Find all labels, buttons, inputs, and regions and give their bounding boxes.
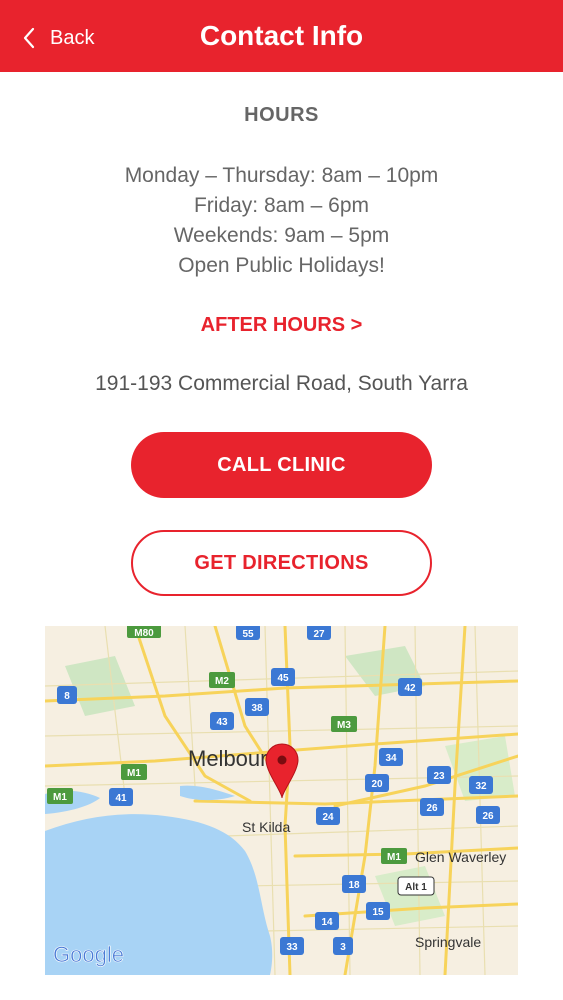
route-shield-icon: 33 [280, 937, 304, 955]
hours-heading: HOURS [244, 104, 319, 126]
hours-line-weekends: Weekends: 9am – 5pm [173, 224, 390, 247]
svg-text:20: 20 [371, 779, 383, 790]
route-shield-icon: 55 [236, 626, 260, 640]
motorway-shield-icon: M1 [47, 788, 73, 804]
svg-text:15: 15 [372, 907, 384, 918]
svg-text:M1: M1 [387, 852, 401, 863]
route-shield-icon: 8 [57, 686, 77, 704]
svg-text:24: 24 [322, 812, 334, 823]
google-logo: Google [53, 942, 124, 967]
route-shield-icon: 20 [365, 774, 389, 792]
route-shield-icon: 32 [469, 776, 493, 794]
call-clinic-button[interactable]: CALL CLINIC [131, 432, 432, 498]
hours-line-holidays: Open Public Holidays! [178, 254, 385, 277]
route-shield-icon: 38 [245, 698, 269, 716]
svg-text:8: 8 [64, 691, 70, 702]
map-label-glen-waverley: Glen Waverley [415, 849, 506, 865]
motorway-shield-icon: M2 [209, 672, 235, 688]
svg-text:34: 34 [385, 753, 397, 764]
hours-line-friday: Friday: 8am – 6pm [193, 194, 370, 217]
route-shield-icon: 42 [398, 678, 422, 696]
route-shield-icon: 43 [210, 712, 234, 730]
map-label-springvale: Springvale [415, 934, 481, 950]
svg-text:18: 18 [348, 880, 360, 891]
route-shield-icon: 24 [316, 807, 340, 825]
svg-text:45: 45 [277, 673, 289, 684]
route-shield-icon: 15 [366, 902, 390, 920]
svg-text:32: 32 [475, 781, 487, 792]
route-shield-icon: 34 [379, 748, 403, 766]
location-map[interactable]: 55 27 8 45 42 38 43 34 41 20 23 32 24 26… [45, 626, 518, 975]
svg-text:M2: M2 [215, 676, 229, 687]
svg-text:26: 26 [426, 803, 438, 814]
alt-route-shield-icon: Alt 1 [397, 876, 435, 896]
route-shield-icon: 23 [427, 766, 451, 784]
hours-line-weekdays: Monday – Thursday: 8am – 10pm [124, 164, 439, 187]
svg-text:38: 38 [251, 703, 263, 714]
map-label-st-kilda: St Kilda [242, 819, 290, 835]
motorway-shield-icon: M3 [331, 716, 357, 732]
after-hours-link[interactable]: AFTER HOURS > [0, 314, 563, 337]
motorway-shield-icon: M1 [121, 764, 147, 780]
svg-text:M1: M1 [53, 792, 67, 803]
route-shield-icon: 41 [109, 788, 133, 806]
svg-text:43: 43 [216, 717, 228, 728]
svg-text:M80: M80 [134, 628, 154, 639]
route-shield-icon: 26 [476, 806, 500, 824]
svg-text:M3: M3 [337, 720, 351, 731]
page-title: Contact Info [199, 20, 364, 51]
svg-text:33: 33 [286, 942, 298, 953]
route-shield-icon: 18 [342, 875, 366, 893]
svg-text:23: 23 [433, 771, 445, 782]
clinic-address: 191-193 Commercial Road, South Yarra [95, 372, 468, 395]
route-shield-icon: 45 [271, 668, 295, 686]
map-canvas[interactable]: 55 27 8 45 42 38 43 34 41 20 23 32 24 26… [45, 626, 518, 975]
svg-text:42: 42 [404, 683, 416, 694]
header-bar: Back Contact Info [0, 0, 563, 72]
svg-text:14: 14 [321, 917, 333, 928]
route-shield-icon: 14 [315, 912, 339, 930]
motorway-shield-icon: M1 [381, 848, 407, 864]
svg-text:41: 41 [115, 793, 127, 804]
svg-text:3: 3 [340, 942, 346, 953]
svg-text:55: 55 [242, 629, 254, 640]
svg-text:Alt 1: Alt 1 [405, 882, 427, 893]
get-directions-button[interactable]: GET DIRECTIONS [131, 530, 432, 596]
motorway-shield-icon: M80 [127, 626, 161, 639]
route-shield-icon: 3 [333, 937, 353, 955]
svg-text:M1: M1 [127, 768, 141, 779]
svg-text:26: 26 [482, 811, 494, 822]
route-shield-icon: 26 [420, 798, 444, 816]
route-shield-icon: 27 [307, 626, 331, 640]
svg-text:27: 27 [313, 629, 325, 640]
